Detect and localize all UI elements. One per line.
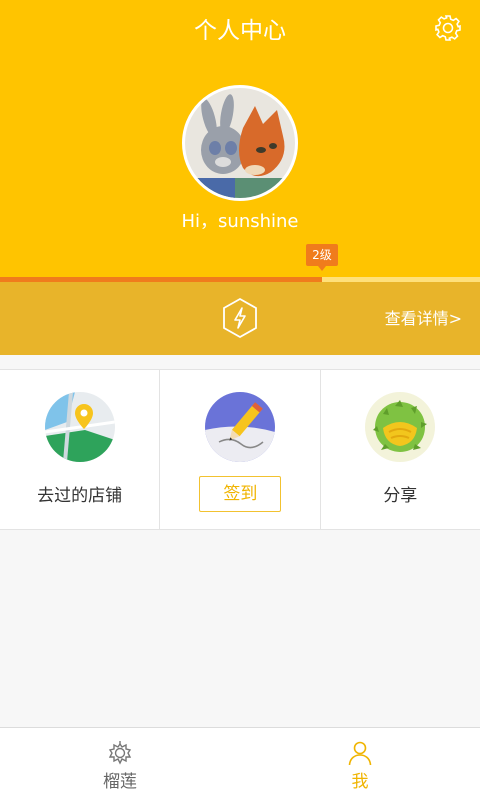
user-icon [348, 741, 372, 766]
avatar[interactable] [182, 85, 298, 201]
tab-label: 榴莲 [103, 772, 137, 792]
feature-visited-stores[interactable]: 去过的店铺 [0, 370, 161, 529]
map-pin-icon [44, 392, 115, 462]
greeting-text: Hi，sunshine [181, 211, 299, 232]
feature-label: 分享 [383, 486, 418, 506]
profile-header: 个人中心 Hi，sunshine [0, 0, 480, 280]
level-badge: 2级 [306, 244, 338, 271]
tab-me[interactable]: 我 [240, 728, 480, 800]
view-details-link[interactable]: 查看详情> [385, 307, 462, 331]
bottom-tab-bar: 榴莲 我 [0, 727, 480, 800]
avatar-image [185, 88, 295, 198]
feature-sign-in: 签到 [160, 370, 321, 529]
durian-outline-icon [108, 741, 132, 765]
feature-label: 去过的店铺 [37, 486, 123, 506]
durian-icon [365, 392, 436, 462]
tab-label: 我 [351, 772, 369, 792]
sign-in-button[interactable]: 签到 [199, 476, 282, 512]
tab-durian[interactable]: 榴莲 [0, 728, 240, 800]
feature-share[interactable]: 分享 [321, 370, 480, 529]
pencil-icon [204, 392, 275, 462]
gear-icon[interactable] [434, 14, 462, 42]
feature-grid: 去过的店铺 签到 分享 [0, 369, 480, 530]
page-title: 个人中心 [194, 18, 286, 44]
lightning-hexagon-icon [223, 297, 257, 339]
